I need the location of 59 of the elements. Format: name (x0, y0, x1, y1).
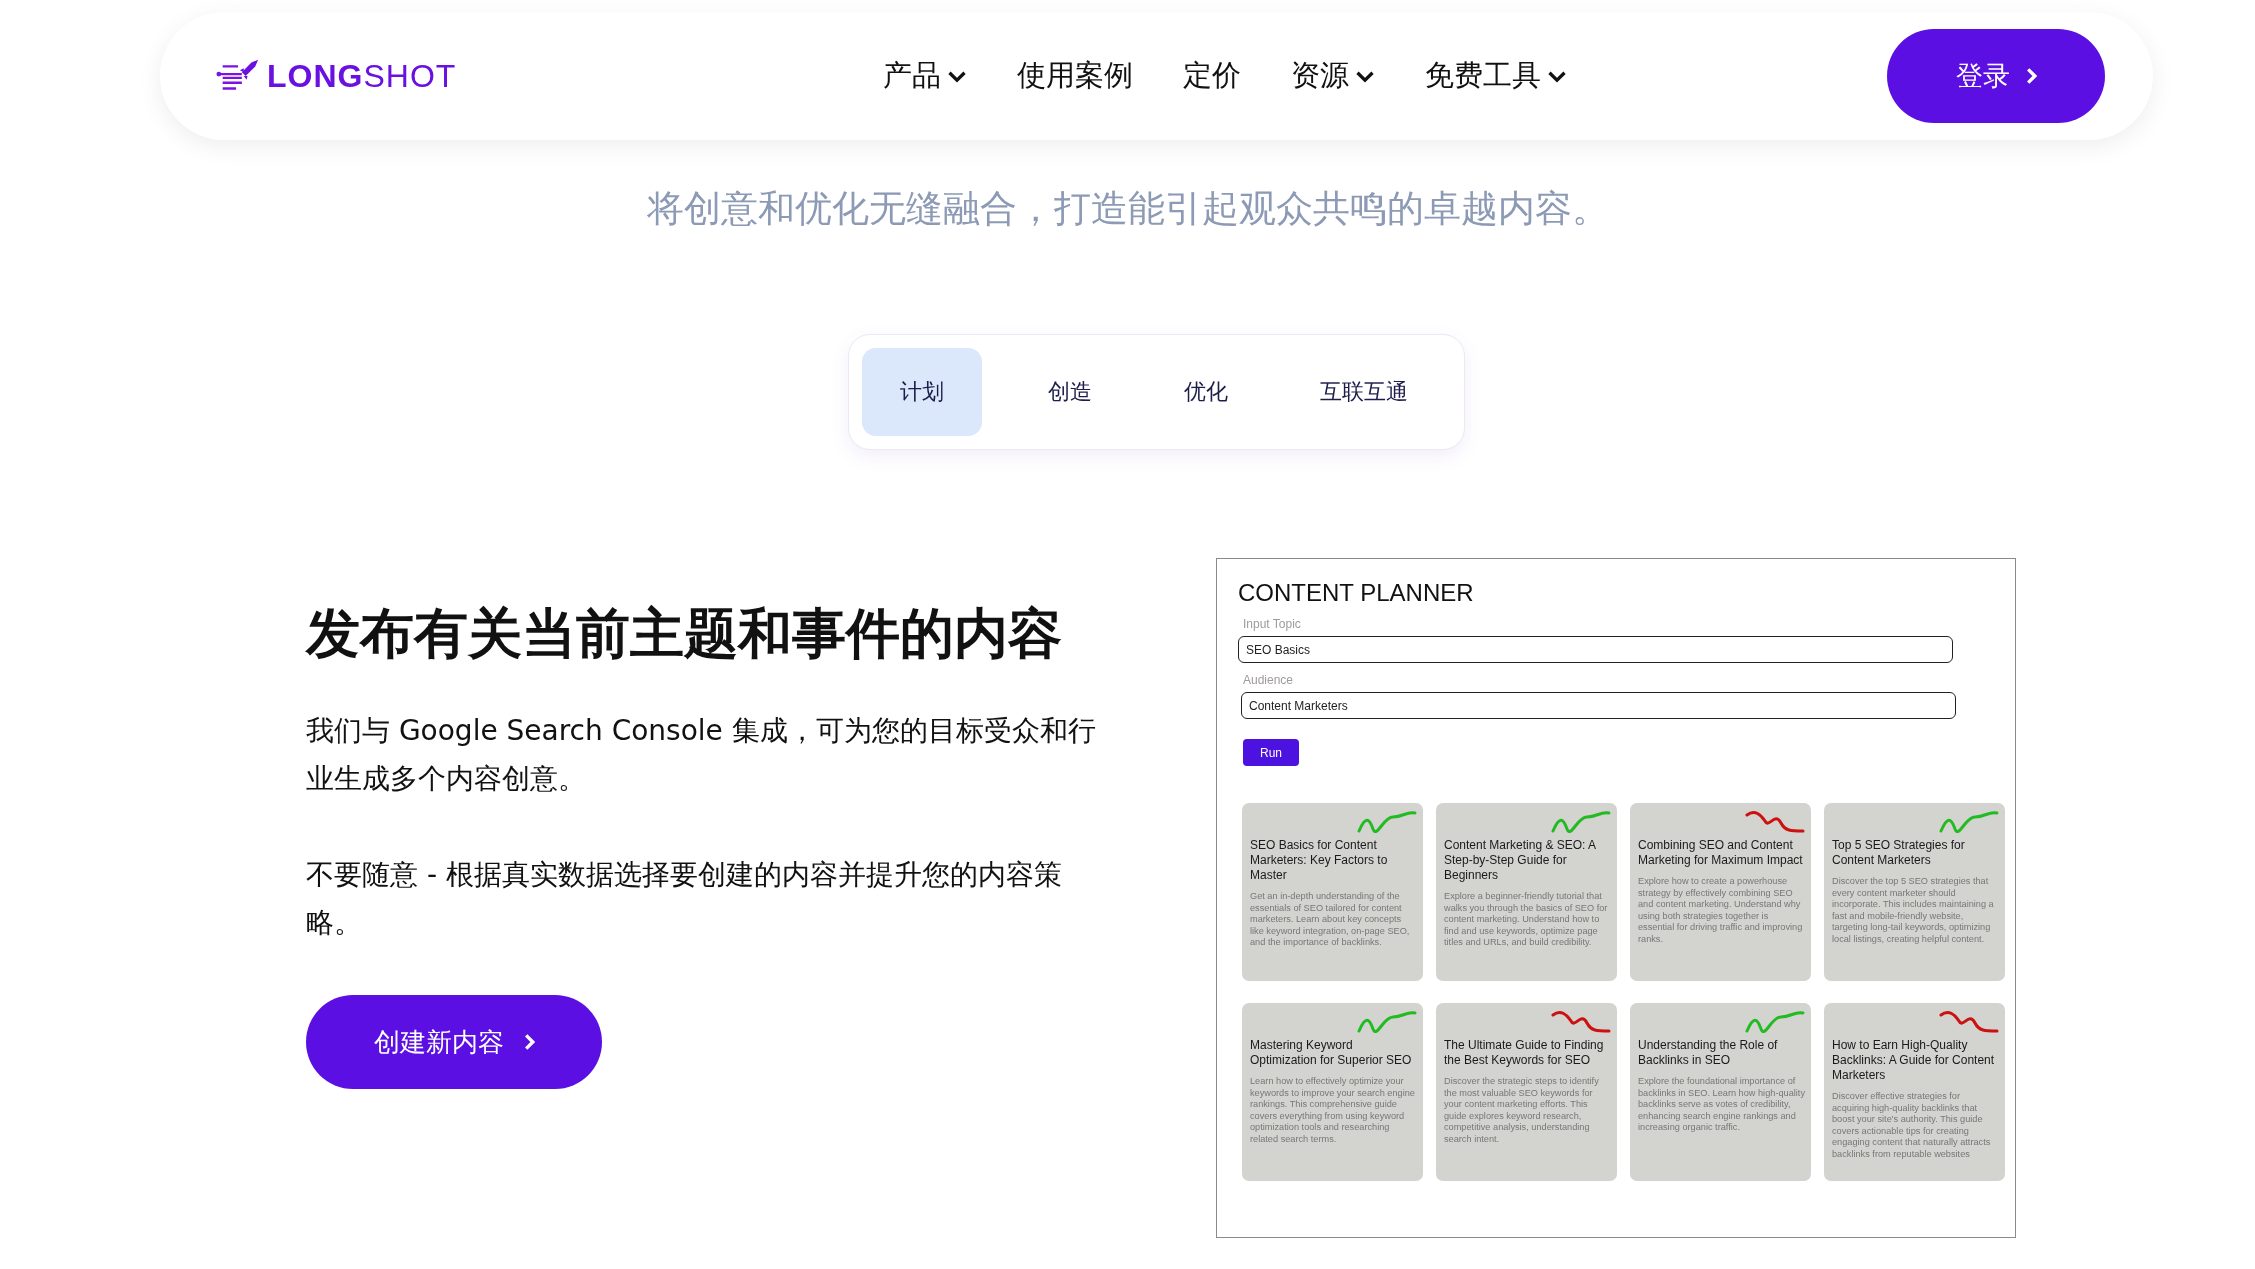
nav-link[interactable]: 资源 (1291, 56, 1375, 96)
trend-sparkline (1939, 1009, 1999, 1035)
tab[interactable]: 计划 (862, 348, 982, 436)
card-description: Explore how to create a powerhouse strategy by effectively combining SEO and content marketing. Understand why using both strategies together is essential for driving traffic and improving ranks. (1638, 876, 1804, 945)
chevron-right-icon (523, 1033, 535, 1051)
idea-card[interactable] (1630, 1003, 1811, 1181)
card-title: Combining SEO and Content Marketing for Maximum Impact (1638, 838, 1804, 868)
card-description: Discover the strategic steps to identify the most valuable SEO keywords for your content marketing efforts. This guide explores keyword research, competitive analysis, understanding search intent. (1444, 1076, 1600, 1145)
chevron-right-icon (2025, 67, 2037, 85)
trend-sparkline (1551, 809, 1611, 835)
field-label: Input Topic (1243, 617, 1302, 631)
section-heading: 发布有关当前主题和事件的内容 (306, 601, 1063, 667)
tab[interactable]: 优化 (1158, 348, 1254, 436)
chevron-down-icon (947, 69, 967, 83)
card-description: Explore a beginner-friendly tutorial that walks you through the basics of SEO for content marketing. Understand how to find and use keywords, optimize page titles and URLs, and build credibility. (1444, 891, 1609, 949)
trend-sparkline (1939, 809, 1999, 835)
run-button[interactable]: Run (1243, 739, 1299, 766)
nav-link[interactable]: 使用案例 (1017, 56, 1133, 96)
idea-card[interactable] (1824, 803, 2005, 981)
card-title: Content Marketing & SEO: A Step-by-Step Guide for Beginners (1444, 838, 1597, 883)
trend-sparkline (1357, 1009, 1417, 1035)
card-description: Get an in-depth understanding of the essentials of SEO tailored for content marketers. Learn about key concepts like keyword integration, on-page SEO, and the importance of backlinks. (1250, 891, 1411, 949)
text-field[interactable]: Content Marketers (1241, 692, 1956, 719)
nav-link[interactable]: 定价 (1183, 56, 1241, 96)
nav-link[interactable]: 免费工具 (1425, 56, 1567, 96)
trend-sparkline (1357, 809, 1417, 835)
card-title: SEO Basics for Content Marketers: Key Factors to Master (1250, 838, 1389, 883)
tab[interactable]: 互联互通 (1294, 348, 1434, 436)
trend-sparkline (1745, 1009, 1805, 1035)
login-button[interactable]: 登录 (1887, 29, 2105, 123)
field-label: Audience (1243, 673, 1295, 687)
description-paragraph: 我们与 Google Search Console 集成，可为您的目标受众和行业生成多个内容创意。 (306, 713, 1097, 797)
panel-title: CONTENT PLANNER (1238, 579, 1475, 607)
trend-sparkline (1745, 809, 1805, 835)
idea-card[interactable] (1436, 1003, 1617, 1181)
card-description: Learn how to effectively optimize your keywords to improve your search engine rankings. This comprehensive guide covers everything from using keyword optimization tools and researching related search terms. (1250, 1076, 1416, 1145)
idea-card[interactable] (1242, 803, 1423, 981)
card-title: Mastering Keyword Optimization for Superior SEO (1250, 1038, 1413, 1068)
card-title: The Ultimate Guide to Finding the Best Keywords for SEO (1444, 1038, 1605, 1068)
card-description: Explore the foundational importance of backlinks in SEO. Learn how high-quality backlinks serve as votes of credibility, enhancing search engine rankings and increasing organic traffic. (1638, 1076, 1805, 1134)
idea-card[interactable] (1630, 803, 1811, 981)
card-title: How to Earn High-Quality Backlinks: A Guide for Content Marketers (1832, 1038, 1996, 1083)
card-description: Discover the top 5 SEO strategies that every content marketer should incorporate. This includes maintaining a fast and mobile-friendly website, targeting long-tail keywords, optimizing local listings, creating helpful content. (1832, 876, 1995, 945)
idea-card[interactable] (1436, 803, 1617, 981)
idea-card[interactable] (1242, 1003, 1423, 1181)
brand-logo[interactable]: LONGSHOT (267, 57, 457, 95)
card-title: Understanding the Role of Backlinks in SEO (1638, 1038, 1779, 1068)
card-description: Discover effective strategies for acquiring high-quality backlinks that boost your site's authority. This guide covers actionable tips for creating engaging content that naturally attracts backlinks from reputable websites (1832, 1091, 1992, 1160)
trend-sparkline (1551, 1009, 1611, 1035)
text-field[interactable]: SEO Basics (1238, 636, 1953, 663)
nav-link[interactable]: 产品 (883, 56, 967, 96)
card-title: Top 5 SEO Strategies for Content Marketers (1832, 838, 1966, 868)
idea-card[interactable] (1824, 1003, 2005, 1181)
create-content-button[interactable]: 创建新内容 (306, 995, 602, 1089)
chevron-down-icon (1547, 69, 1567, 83)
tab[interactable]: 创造 (1022, 348, 1118, 436)
subtitle: 将创意和优化无缝融合，打造能引起观众共鸣的卓越内容。 (645, 186, 1610, 232)
description-paragraph: 不要随意 - 根据真实数据选择要创建的内容并提升您的内容策略。 (306, 857, 1063, 941)
chevron-down-icon (1355, 69, 1375, 83)
